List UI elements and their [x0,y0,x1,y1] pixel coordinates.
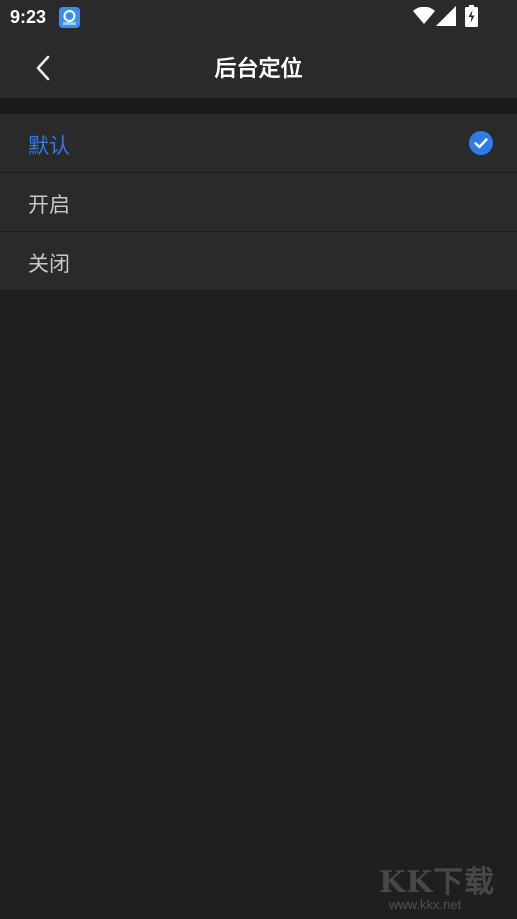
section-divider [0,98,517,114]
watermark-text: KK下载 [379,865,496,900]
signal-icon [436,6,456,30]
page-title: 后台定位 [214,57,303,82]
watermark: KK下载 www.kkx.net [371,857,511,919]
option-disable[interactable]: 关闭 [0,232,517,291]
app-notification-icon [59,7,80,28]
option-default[interactable]: 默认 [0,114,517,173]
wifi-icon [413,6,435,29]
status-bar: 9:23 [0,0,517,34]
app-bar: 后台定位 [0,34,517,98]
battery-charging-icon [465,5,478,31]
checkmark-icon [469,131,493,155]
status-time: 9:23 [10,7,47,27]
watermark-url: www.kkx.net [389,897,462,912]
option-label: 关闭 [28,252,70,276]
option-list: 默认 开启 关闭 [0,114,517,291]
option-label: 默认 [28,134,70,158]
option-enable[interactable]: 开启 [0,173,517,232]
option-label: 开启 [28,193,70,217]
